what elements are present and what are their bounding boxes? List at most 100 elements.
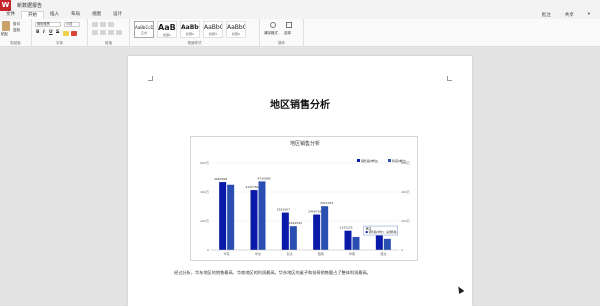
bar-2-0 [281,212,289,250]
font-color-icon[interactable] [71,31,77,36]
data-label-5: 2446739 [308,210,321,214]
align-left-icon[interactable] [92,30,98,35]
bar-chart: 地区销售分析销售额(单位) 利润(单位)600万 600万400万 400万200万 2… [200,140,410,256]
bar-0-1 [227,184,235,250]
x-tick-3: 西南 [318,251,324,256]
operations-group: 清除格式 选择 操作 [260,19,304,47]
data-label-0: 4684506 [214,177,227,181]
style-heading2[interactable]: AaBbC 标题2 [180,21,200,38]
y-tick-right-3: 0 [401,248,403,252]
underline-button[interactable]: U [49,30,53,35]
paste-icon[interactable] [2,21,10,31]
margin-mark-top-right [447,76,452,81]
margin-mark-top-left [148,76,153,81]
bar-0-0 [219,182,227,250]
chart-container[interactable]: 地区销售分析 销售额(单位) 利润(单位) 600万 600万 400万 400万 200万 2… [190,136,418,261]
y-tick-right-1: 400万 [401,190,410,194]
operations-group-label: 操作 [278,41,285,45]
select-icon[interactable] [286,22,292,28]
align-center-icon[interactable] [100,30,106,35]
tab-insert[interactable]: 插入 [44,11,65,19]
select-button[interactable]: 选择 [284,31,291,36]
data-label-3: 2581567 [277,208,290,212]
tab-layout[interactable]: 布局 [65,11,86,19]
bar-2-1 [289,226,297,250]
document-page[interactable]: 地区销售分析 地区销售分析 销售额(单位) 利润(单位) 600万 600万 400万 40… [128,56,472,306]
legend-label-0: 销售额(单位) [361,158,378,163]
data-label-2: 4730885 [257,176,270,180]
styles-group-label: 快速样式 [187,41,202,45]
font-group: 微软雅黑 小四 B I U S 字体 [32,19,88,47]
ribbon-tabs: 文件 开始 插入 布局 视图 设计 批注 共享 ▾ [0,11,600,19]
title-bar: W 新数据报告 [0,0,600,11]
y-tick-right-0: 600万 [401,161,410,165]
bar-1-0 [250,190,258,250]
justify-icon[interactable] [116,30,122,35]
style-heading3[interactable]: AaBbC 标题3 [203,21,223,38]
strikethrough-button[interactable]: S [56,30,59,35]
clipboard-group: 粘贴 剪切 复制 剪贴板 [0,19,32,47]
analysis-caption[interactable]: 经过分析，华东地区的销售最高，华南地区的利润最高。华东地区的桌子和扶椅销售额占了… [174,270,371,276]
tab-design[interactable]: 设计 [107,11,128,19]
ribbon-toolbar: 粘贴 剪切 复制 剪贴板 微软雅黑 小四 B I U S 字体 段落 AaBbC… [0,19,600,47]
style-heading4[interactable]: AaBbC 标题4 [226,21,246,38]
comments-button[interactable]: 批注 [542,12,551,18]
bar-3-1 [321,206,329,250]
data-label-1: 4132761 [245,185,258,189]
clear-format-button[interactable]: 清除格式 [264,31,278,36]
clear-format-icon[interactable] [270,22,276,28]
numbering-icon[interactable] [100,22,106,27]
bar-4-1 [352,236,360,250]
data-label-6: 3021053 [320,201,333,205]
document-title: 新数据报告 [17,3,43,9]
clipboard-group-label: 剪贴板 [10,41,21,45]
align-right-icon[interactable] [108,30,114,35]
bar-1-1 [258,181,266,250]
bullets-icon[interactable] [92,22,98,27]
tab-view[interactable]: 视图 [86,11,107,19]
legend-swatch-0 [357,159,360,162]
more-icon[interactable]: ▾ [588,12,590,18]
app-logo-icon: W [0,0,11,11]
font-name-select[interactable]: 微软雅黑 [35,22,61,27]
x-tick-4: 华南 [349,251,355,256]
x-tick-5: 西北 [380,251,386,256]
data-label-4: 1642592 [289,221,302,225]
bar-5-0 [375,235,383,250]
y-tick-left-3: 0 [207,248,209,252]
italic-button[interactable]: I [43,30,45,35]
y-tick-left-1: 400万 [200,190,209,194]
y-tick-left-2: 200万 [200,219,209,223]
font-group-label: 字体 [56,41,63,45]
y-tick-left-0: 600万 [200,161,209,165]
tab-file[interactable]: 文件 [0,11,21,19]
x-tick-2: 东北 [286,251,292,256]
bar-5-1 [383,238,391,250]
highlight-icon[interactable] [63,31,69,36]
indent-icon[interactable] [108,22,114,27]
paste-button[interactable]: 粘贴 [1,32,8,37]
paragraph-group-label: 段落 [105,41,112,45]
paragraph-group: 段落 [88,19,130,47]
bar-4-0 [344,230,352,250]
font-size-select[interactable]: 小四 [64,22,80,27]
tooltip-swatch [365,231,368,234]
data-label-7: 1333125 [339,226,352,230]
style-heading1[interactable]: AaBl 标题1 [157,21,177,38]
tab-home[interactable]: 开始 [21,11,44,19]
tooltip-title: 西北 [366,227,372,231]
bar-3-0 [313,214,321,250]
x-tick-1: 华北 [255,251,261,256]
x-tick-0: 华东 [224,251,230,256]
share-button[interactable]: 共享 [565,12,574,18]
legend-swatch-1 [388,159,391,162]
cut-button[interactable]: 剪切 [13,22,20,27]
chart-title: 地区销售分析 [290,140,320,147]
style-normal[interactable]: AaBbCcDc 正文 [134,21,154,38]
document-canvas: 地区销售分析 地区销售分析 销售额(单位) 利润(单位) 600万 600万 400万 40… [0,48,600,306]
y-tick-right-2: 200万 [401,219,410,223]
copy-button[interactable]: 复制 [13,28,20,33]
bold-button[interactable]: B [36,30,39,35]
page-title[interactable]: 地区销售分析 [128,96,472,111]
styles-group: AaBbCcDc 正文 AaBl 标题1 AaBbC 标题2 AaBbC 标题3… [130,19,260,47]
